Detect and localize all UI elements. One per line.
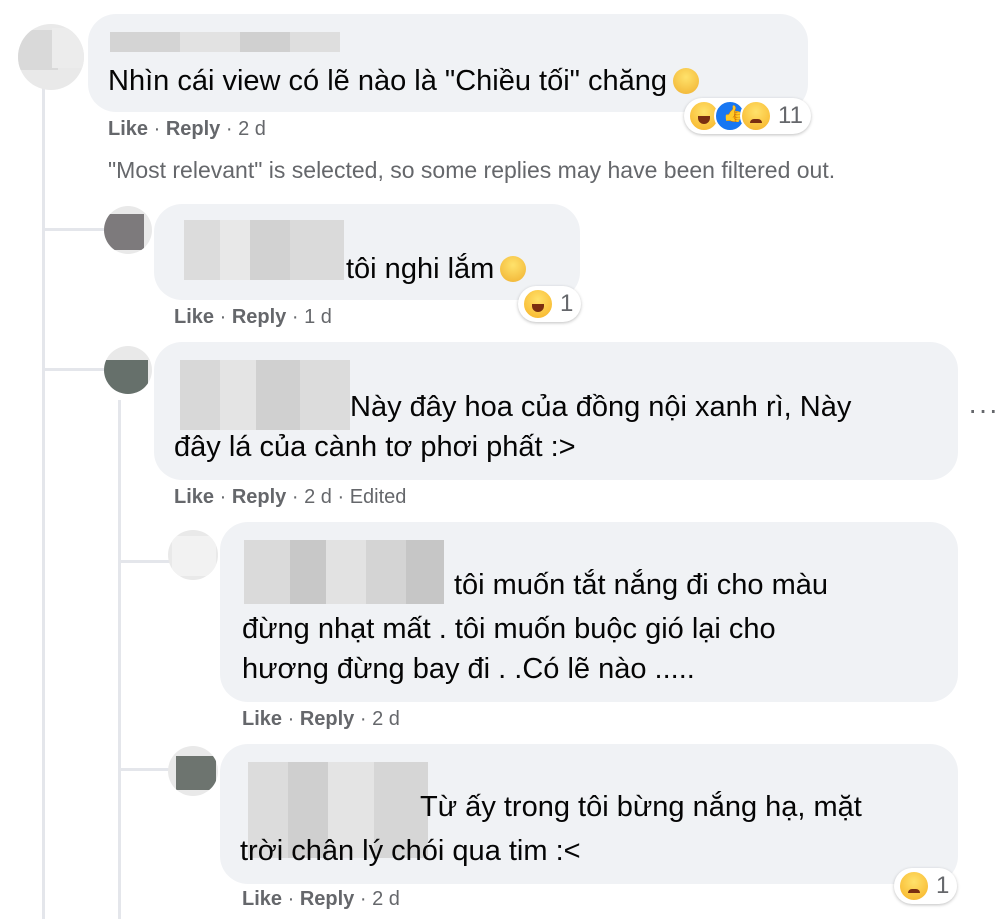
reply-link[interactable]: Reply <box>300 888 354 910</box>
comment-text-line: đừng nhạt mất . tôi muốn buộc gió lại ch… <box>242 613 776 645</box>
like-link[interactable]: Like <box>242 708 282 730</box>
timestamp[interactable]: 2 d <box>238 118 266 140</box>
timestamp[interactable]: 2 d <box>304 486 332 508</box>
comment-bubble: tôi nghi lắm <box>154 204 580 300</box>
sad-icon <box>740 100 772 132</box>
timestamp[interactable]: 1 d <box>304 306 332 328</box>
author-name-blurred[interactable] <box>180 360 350 430</box>
comment-text-line: Từ ấy trong tôi bừng nắng hạ, mặt <box>420 791 862 823</box>
reply-link[interactable]: Reply <box>232 306 286 328</box>
comment-bubble: Này đây hoa của đồng nội xanh rì, Này đâ… <box>154 342 958 480</box>
laughing-emoji-icon <box>500 256 527 282</box>
author-name-blurred[interactable] <box>244 540 444 604</box>
timestamp[interactable]: 2 d <box>372 888 400 910</box>
comment-actions: Like · Reply · 2 d <box>242 888 400 910</box>
comment-actions: Like · Reply · 2 d · Edited <box>174 486 407 508</box>
avatar[interactable] <box>168 746 218 796</box>
edited-label: Edited <box>349 486 407 508</box>
comment-text-line: Này đây hoa của đồng nội xanh rì, Này <box>350 391 852 423</box>
avatar[interactable] <box>168 530 218 580</box>
timestamp[interactable]: 2 d <box>372 708 400 730</box>
comment-bubble: Từ ấy trong tôi bừng nắng hạ, mặt trời c… <box>220 744 958 884</box>
comment-actions: Like · Reply · 2 d <box>242 708 400 730</box>
thread-line-nested <box>118 400 121 919</box>
author-name-blurred[interactable] <box>184 220 344 280</box>
sad-icon <box>898 870 930 902</box>
reaction-summary[interactable]: 👍 11 <box>684 98 811 134</box>
comment-text: tôi nghi lắm <box>346 248 527 290</box>
like-link[interactable]: Like <box>174 486 214 508</box>
comment-text-line: đây lá của cành tơ phơi phất :> <box>174 431 576 463</box>
avatar[interactable] <box>104 346 152 394</box>
comment-text-line: tôi muốn tắt nắng đi cho màu <box>454 569 829 601</box>
reaction-summary[interactable]: 1 <box>518 286 582 322</box>
like-link[interactable]: Like <box>174 306 214 328</box>
comment-actions: Like · Reply · 2 d <box>108 118 266 140</box>
reaction-count: 1 <box>936 872 950 899</box>
reaction-summary[interactable]: 1 <box>894 868 958 904</box>
author-name-blurred[interactable] <box>110 32 340 52</box>
reaction-count: 1 <box>560 290 574 317</box>
comment-actions: Like · Reply · 1 d <box>174 306 332 328</box>
avatar[interactable] <box>104 206 152 254</box>
filter-note: "Most relevant" is selected, so some rep… <box>108 157 836 183</box>
reply-link[interactable]: Reply <box>300 708 354 730</box>
comment-text-line: hương đừng bay đi . .Có lẽ nào ..... <box>242 653 695 685</box>
comment-text: Nhìn cái view có lẽ nào là "Chiều tối" c… <box>108 60 700 102</box>
reaction-count: 11 <box>778 102 803 129</box>
reply-link[interactable]: Reply <box>166 118 220 140</box>
haha-icon <box>522 288 554 320</box>
avatar[interactable] <box>18 24 84 90</box>
thread-line-main <box>42 60 45 919</box>
like-link[interactable]: Like <box>108 118 148 140</box>
reply-link[interactable]: Reply <box>232 486 286 508</box>
comment-bubble: tôi muốn tắt nắng đi cho màu đừng nhạt m… <box>220 522 958 702</box>
like-link[interactable]: Like <box>242 888 282 910</box>
comment-text-line: trời chân lý chói qua tim :< <box>240 835 581 867</box>
thinking-emoji-icon <box>673 68 700 94</box>
more-options-icon[interactable]: ··· <box>968 394 999 426</box>
